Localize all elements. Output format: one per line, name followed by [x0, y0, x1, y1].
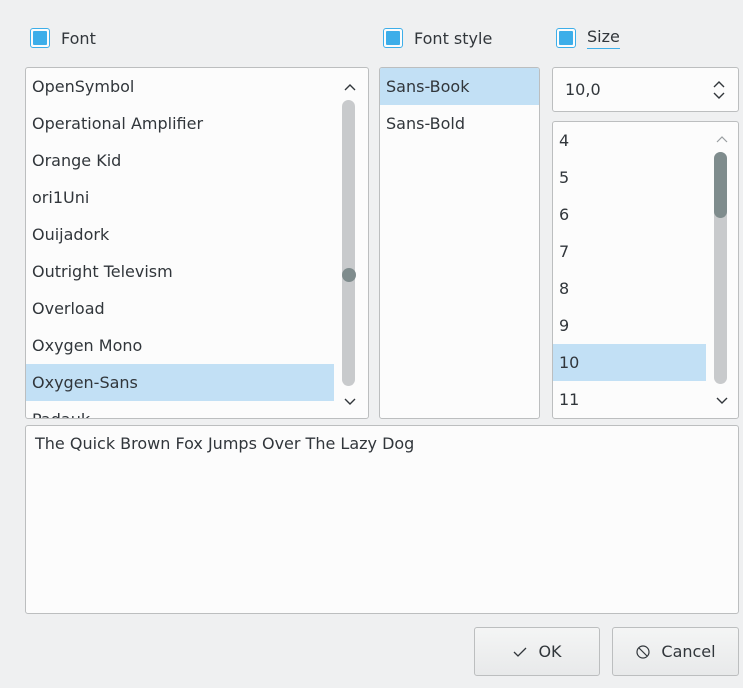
list-item[interactable]: 9: [553, 307, 706, 344]
list-item[interactable]: Sans-Book: [380, 68, 539, 105]
font-list[interactable]: OpenSymbol Operational Amplifier Orange Ki…: [25, 67, 369, 419]
list-item[interactable]: 6: [553, 196, 706, 233]
font-preview[interactable]: The Quick Brown Fox Jumps Over The Lazy …: [25, 425, 739, 614]
cancel-button[interactable]: Cancel: [612, 627, 739, 676]
scroll-up-icon[interactable]: [341, 78, 359, 96]
check-icon: [512, 645, 528, 659]
scroll-down-icon[interactable]: [341, 393, 359, 411]
size-spinbox[interactable]: 10,0: [552, 67, 739, 112]
font-header: Font: [30, 22, 96, 54]
list-item[interactable]: 5: [553, 159, 706, 196]
font-checkbox[interactable]: [30, 28, 50, 48]
list-item[interactable]: ori1Uni: [26, 179, 334, 216]
list-item[interactable]: Sans-Bold: [380, 105, 539, 142]
list-item[interactable]: Operational Amplifier: [26, 105, 334, 142]
ok-button[interactable]: OK: [474, 627, 600, 676]
size-scroll-up-icon[interactable]: [713, 130, 731, 148]
list-item[interactable]: Padauk: [26, 401, 334, 418]
list-item[interactable]: Ouijadork: [26, 216, 334, 253]
list-item[interactable]: 11: [553, 381, 706, 418]
cancel-circle-icon: [635, 644, 651, 660]
list-item[interactable]: Oxygen-Sans: [26, 364, 334, 401]
size-list-scroll-handle[interactable]: [714, 152, 727, 218]
font-list-scroll-handle[interactable]: [342, 268, 356, 282]
ok-button-label: OK: [538, 642, 562, 661]
spin-up-down-icon[interactable]: [710, 78, 728, 102]
size-scroll-down-icon[interactable]: [713, 392, 731, 410]
list-item[interactable]: Oxygen Mono: [26, 327, 334, 364]
font-style-list[interactable]: Sans-Book Sans-Bold: [379, 67, 540, 419]
list-item[interactable]: Outright Televism: [26, 253, 334, 290]
style-header: Font style: [383, 22, 492, 54]
font-style-header-label: Font style: [414, 28, 493, 48]
list-item[interactable]: 10: [553, 344, 706, 381]
size-header: Size: [556, 22, 620, 54]
size-spin-value[interactable]: 10,0: [565, 80, 601, 99]
list-item[interactable]: 7: [553, 233, 706, 270]
list-item[interactable]: OpenSymbol: [26, 68, 334, 105]
size-header-label: Size: [587, 27, 620, 49]
font-style-checkbox[interactable]: [383, 28, 403, 48]
font-header-label: Font: [61, 28, 96, 48]
list-item[interactable]: Overload: [26, 290, 334, 327]
list-item[interactable]: 8: [553, 270, 706, 307]
font-list-scrollbar[interactable]: [342, 100, 355, 386]
list-item[interactable]: 4: [553, 122, 706, 159]
list-item[interactable]: Orange Kid: [26, 142, 334, 179]
size-checkbox[interactable]: [556, 28, 576, 48]
cancel-button-label: Cancel: [661, 642, 716, 661]
preview-text: The Quick Brown Fox Jumps Over The Lazy …: [35, 434, 415, 453]
size-list[interactable]: 4 5 6 7 8 9 10 11: [552, 121, 739, 419]
